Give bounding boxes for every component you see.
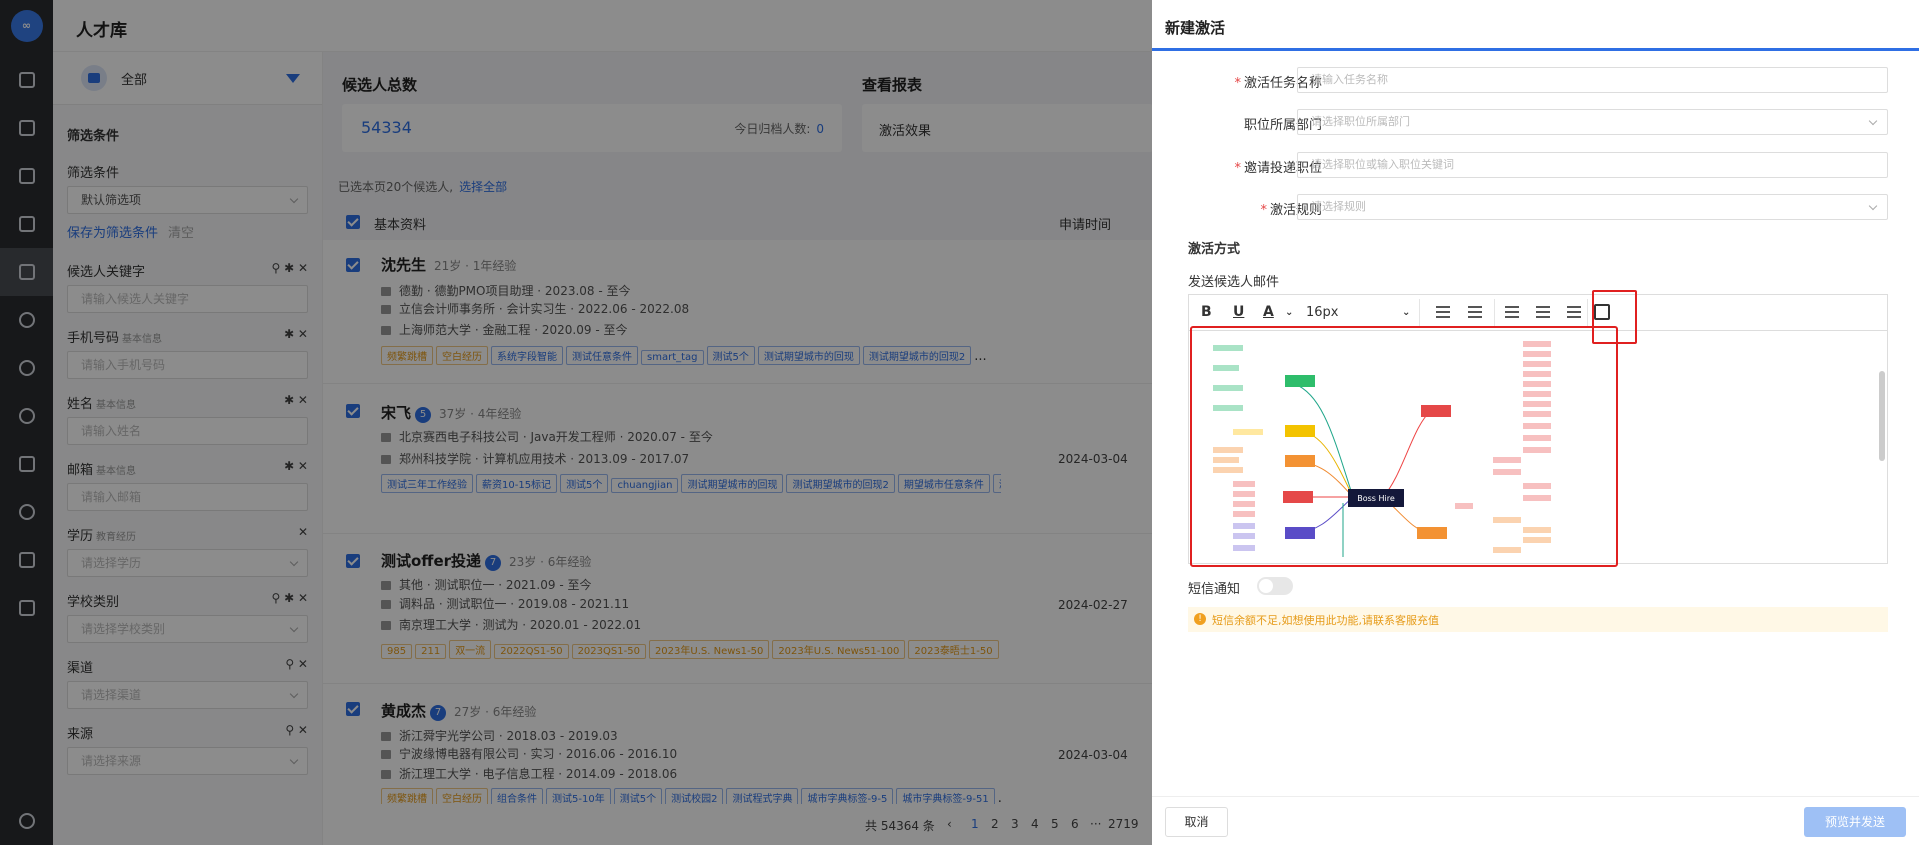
form-row: * 激活任务名称 请输入任务名称 bbox=[1152, 66, 1919, 94]
underline-button[interactable]: U bbox=[1233, 304, 1244, 320]
sms-warning: 短信余额不足,如想使用此功能,请联系客服充值 bbox=[1188, 607, 1888, 632]
sms-label: 短信通知 bbox=[1188, 582, 1241, 597]
image-content-highlight bbox=[1190, 326, 1618, 567]
bold-button[interactable]: B bbox=[1201, 304, 1212, 320]
editor-scrollbar[interactable] bbox=[1879, 371, 1885, 461]
bullet-list-icon[interactable] bbox=[1468, 306, 1482, 318]
method-title: 激活方式 bbox=[1188, 242, 1241, 257]
color-chevron-icon[interactable]: ⌄ bbox=[1285, 307, 1293, 318]
font-size-select[interactable]: 16px bbox=[1306, 305, 1339, 320]
form-row: * 邀请投递职位 请选择职位或输入职位关键词 bbox=[1152, 151, 1919, 179]
rule-select[interactable]: 请选择规则 bbox=[1297, 194, 1888, 220]
modal-overlay[interactable] bbox=[0, 0, 1152, 845]
font-color-button[interactable]: A bbox=[1263, 304, 1274, 320]
ordered-list-icon[interactable] bbox=[1436, 306, 1450, 318]
form-row: * 激活规则 请选择规则 bbox=[1152, 193, 1919, 221]
preview-send-button[interactable]: 预览并发送 bbox=[1804, 807, 1906, 837]
task-name-input[interactable]: 请输入任务名称 bbox=[1297, 67, 1888, 93]
align-center-icon[interactable] bbox=[1536, 306, 1550, 318]
drawer-footer: 取消 预览并发送 bbox=[1152, 796, 1919, 845]
position-input[interactable]: 请选择职位或输入职位关键词 bbox=[1297, 152, 1888, 178]
drawer-title: 新建激活 bbox=[1152, 0, 1919, 51]
sms-toggle[interactable] bbox=[1257, 577, 1293, 595]
cancel-button[interactable]: 取消 bbox=[1165, 807, 1228, 837]
department-select[interactable]: 请选择职位所属部门 bbox=[1297, 109, 1888, 135]
email-label: 发送候选人邮件 bbox=[1188, 275, 1280, 290]
font-size-chevron-icon[interactable]: ⌄ bbox=[1402, 307, 1410, 318]
align-left-icon[interactable] bbox=[1505, 306, 1519, 318]
align-right-icon[interactable] bbox=[1567, 306, 1581, 318]
form-row: 职位所属部门 请选择职位所属部门 bbox=[1152, 108, 1919, 136]
app-root: ∞ 人才库 全部 筛选条件 筛选条件 默认筛选项 保存为筛选条件 清空 候选人关… bbox=[0, 0, 1919, 845]
